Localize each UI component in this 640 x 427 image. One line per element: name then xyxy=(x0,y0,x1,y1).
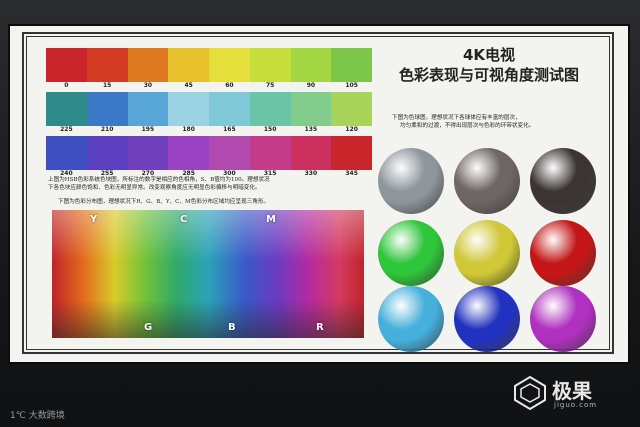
hue-swatch xyxy=(168,48,209,82)
spectrum-label-g: G xyxy=(144,322,153,333)
hue-swatch xyxy=(331,136,372,170)
hue-label: 0 xyxy=(64,82,69,89)
blue-ball xyxy=(454,286,520,352)
hue-swatch xyxy=(127,136,169,170)
hue-swatch xyxy=(331,48,372,82)
hue-label: 60 xyxy=(225,82,234,89)
ball-desc-line1: 下图为色球图，理想状况下各球体应有丰富的层次， xyxy=(392,115,521,121)
hue-label: 105 xyxy=(345,82,358,89)
hue-strip-violet xyxy=(46,136,372,170)
gray-ball xyxy=(378,148,444,214)
hue-label: 180 xyxy=(182,126,195,133)
hue-swatch xyxy=(168,92,209,126)
hue-swatch xyxy=(86,136,128,170)
title-line2: 色彩表现与可视角度测试图 xyxy=(398,66,579,84)
logo-subtext: jiguo.com xyxy=(554,401,598,409)
hue-label: 75 xyxy=(265,82,275,89)
hue-swatch xyxy=(331,92,372,126)
hsb-desc-line1: 上图为HSB色彩系统色块图，所标注的数字是相应的色相角，S、B值均为100。理想… xyxy=(48,177,270,183)
dark-ball xyxy=(530,148,596,214)
brown-gray-ball xyxy=(454,148,520,214)
hue-swatch xyxy=(290,48,332,82)
hsb-desc-line2: 下各色块应颜色饱和、色彩无明显异常。改变观察角度应无明显色彩偏移与明暗变化。 xyxy=(48,185,261,191)
hue-labels-warm: 0 15 30 45 60 75 90 105 xyxy=(46,82,372,89)
hue-label: 150 xyxy=(263,126,277,133)
hue-strip-warm xyxy=(46,48,372,82)
hue-label: 90 xyxy=(306,82,316,89)
hue-strip-cool xyxy=(46,92,372,126)
hue-swatch xyxy=(127,92,169,126)
hue-swatch xyxy=(86,92,128,126)
title-line1: 4K电视 xyxy=(462,46,516,64)
jiguo-logo: 极果 jiguo.com xyxy=(512,375,622,415)
hue-label: 135 xyxy=(304,126,318,133)
spectrum-label-y: Y xyxy=(90,214,98,225)
spectrum-label-r: R xyxy=(316,322,324,333)
hue-swatch xyxy=(86,48,128,82)
hue-swatch xyxy=(168,136,209,170)
ball-description: 下图为色球图，理想状况下各球体应有丰富的层次， 均匀柔和的过渡，不得出现层次与色… xyxy=(392,114,612,130)
hue-swatch xyxy=(249,48,291,82)
hue-swatch xyxy=(127,48,169,82)
tv-screen: 0 15 30 45 60 75 90 105 225 210 195 180 165 150 135 12… xyxy=(8,24,630,364)
ball-desc-line2: 均匀柔和的过渡，不得出现层次与色彩的环带状变化。 xyxy=(400,123,535,129)
hue-swatch xyxy=(46,136,87,170)
hue-swatch xyxy=(209,48,250,82)
hue-swatch xyxy=(46,92,87,126)
hue-swatch xyxy=(209,92,250,126)
magenta-ball xyxy=(530,286,596,352)
hue-swatch xyxy=(209,136,250,170)
red-ball xyxy=(530,220,596,286)
hue-swatch xyxy=(290,92,332,126)
watermark-text: 1℃ 大数跨境 xyxy=(10,411,65,421)
spectrum-label-m: M xyxy=(266,214,276,225)
spectrum-description: 下图为色彩分布图，理想状况下R、G、B、Y、C、M色彩分布区域均应呈现三角形。 xyxy=(58,199,270,205)
hue-label: 30 xyxy=(143,82,153,89)
hue-swatch xyxy=(290,136,332,170)
hue-label: 120 xyxy=(345,126,358,133)
hsb-description: 上图为HSB色彩系统色块图，所标注的数字是相应的色相角，S、B值均为100。理想… xyxy=(48,176,378,192)
spectrum-label-c: C xyxy=(180,214,188,225)
hue-label: 210 xyxy=(100,126,114,133)
color-distribution-chart: Y C M G B R xyxy=(52,210,364,338)
hue-label: 195 xyxy=(141,126,155,133)
hue-swatch xyxy=(249,136,291,170)
hue-label: 45 xyxy=(184,82,193,89)
spectrum-label-b: B xyxy=(228,322,236,333)
cyan-ball xyxy=(378,286,444,352)
hue-label: 165 xyxy=(223,126,236,133)
hue-swatch xyxy=(249,92,291,126)
logo-text: 极果 xyxy=(552,379,592,403)
hue-swatch xyxy=(46,48,87,82)
jiguo-logo-icon xyxy=(514,375,546,411)
hue-labels-cool: 225 210 195 180 165 150 135 120 xyxy=(46,126,372,133)
yellow-ball xyxy=(454,220,520,286)
green-ball xyxy=(378,220,444,286)
hue-label: 15 xyxy=(102,82,112,89)
hue-label: 225 xyxy=(60,126,73,133)
